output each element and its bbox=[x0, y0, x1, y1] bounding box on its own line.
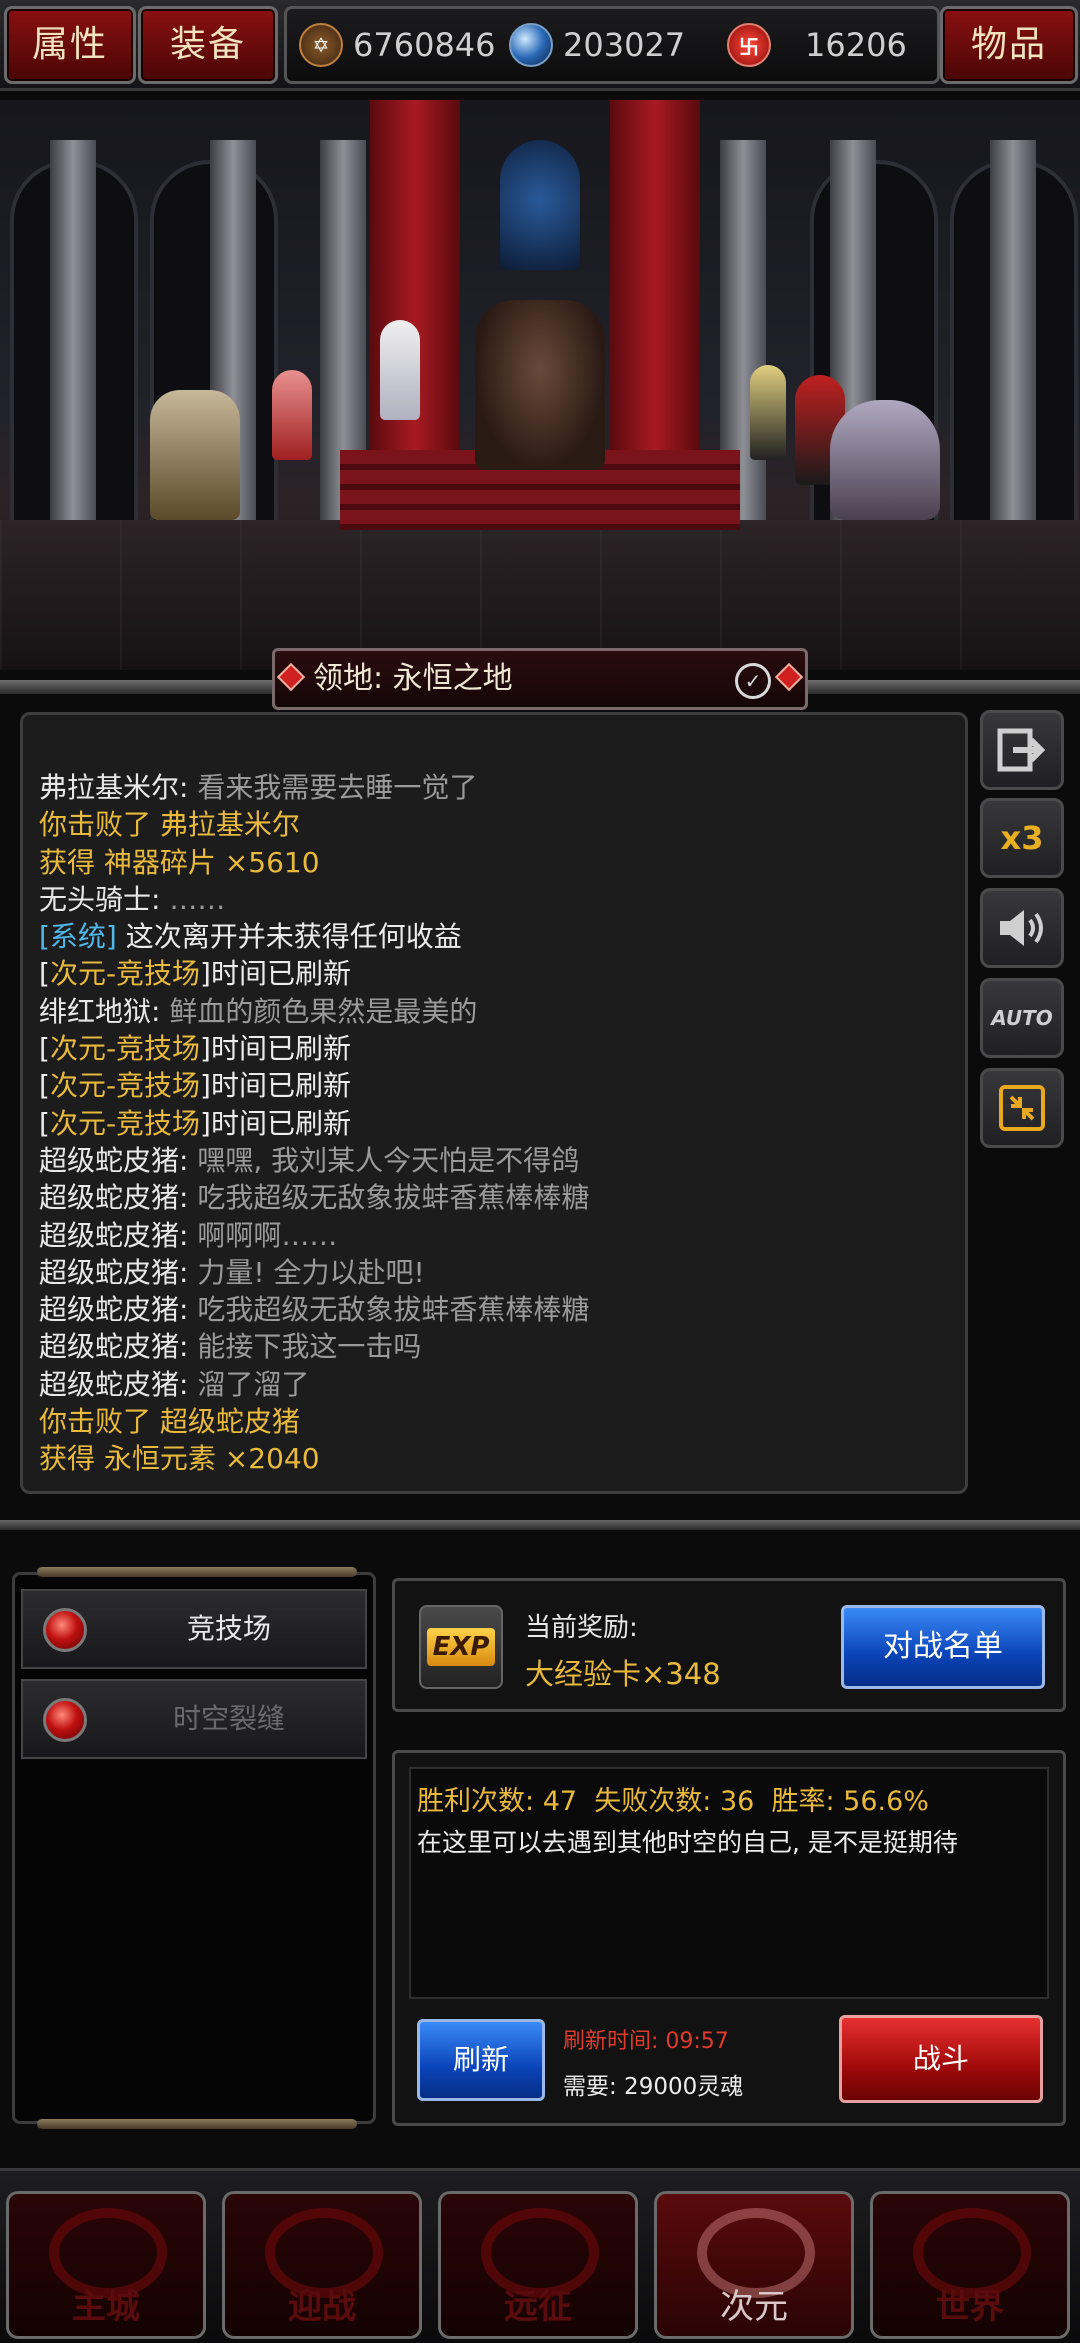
menu-item-rift[interactable]: 时空裂缝 bbox=[21, 1679, 367, 1759]
right-curtain bbox=[610, 100, 700, 470]
nav-dimension[interactable]: 次元 bbox=[654, 2191, 854, 2339]
log-line: 超级蛇皮猪: 嘿嘿, 我刘某人今天怕是不得鸽 bbox=[39, 1143, 580, 1177]
speaker-icon bbox=[1000, 910, 1043, 946]
red-orb-icon bbox=[43, 1698, 87, 1742]
rune-value: 16206 bbox=[805, 26, 907, 64]
log-line: [次元-竞技场]时间已刷新 bbox=[39, 1032, 351, 1066]
section-divider bbox=[0, 1520, 1080, 1530]
battle-list-button[interactable]: 对战名单 bbox=[841, 1605, 1045, 1689]
log-line: [次元-竞技场]时间已刷新 bbox=[39, 957, 351, 991]
hero-armored-knight bbox=[150, 390, 240, 520]
log-line: 无头骑士: …… bbox=[39, 882, 226, 916]
diamond-ornament-icon bbox=[276, 662, 306, 692]
hero-red-haired-girl bbox=[272, 370, 312, 460]
menu-item-arena[interactable]: 竞技场 bbox=[21, 1589, 367, 1669]
gold-value: 6760846 bbox=[353, 26, 496, 64]
gauge-check-icon[interactable]: ✓ bbox=[735, 663, 771, 699]
panel-cap bbox=[37, 2119, 357, 2129]
soul-cost: 需要: 29000灵魂 bbox=[563, 2074, 744, 2100]
log-line: 绯红地狱: 鲜血的颜色果然是最美的 bbox=[39, 994, 478, 1028]
log-line: 超级蛇皮猪: 溜了溜了 bbox=[39, 1367, 310, 1401]
orb-resource: 203027 bbox=[509, 9, 719, 81]
stained-window bbox=[500, 140, 580, 270]
log-line: [次元-竞技场]时间已刷新 bbox=[39, 1106, 351, 1140]
stats-text-area: 胜利次数: 47 失败次数: 36 胜率: 56.6% 在这里可以去遇到其他时空… bbox=[409, 1767, 1049, 1999]
speed-x3-button[interactable]: x3 bbox=[980, 798, 1064, 878]
pentagram-coin-icon: ✡ bbox=[299, 23, 343, 67]
orb-value: 203027 bbox=[563, 26, 686, 64]
resource-bar: ✡ 6760846 203027 卐 16206 bbox=[284, 6, 940, 84]
panel-cap bbox=[37, 1567, 357, 1577]
reward-title: 当前奖励: bbox=[525, 1613, 638, 1643]
throne-boss bbox=[475, 300, 605, 470]
win-rate: 56.6% bbox=[843, 1786, 929, 1817]
red-orb-icon bbox=[43, 1608, 87, 1652]
hero-white-dress-girl bbox=[380, 320, 420, 420]
nav-world[interactable]: 世界 bbox=[870, 2191, 1070, 2339]
losses-count: 36 bbox=[719, 1786, 755, 1817]
log-line: 超级蛇皮猪: 吃我超级无敌象拔蚌香蕉棒棒糖 bbox=[39, 1293, 590, 1327]
log-line: 超级蛇皮猪: 啊啊啊…… bbox=[39, 1218, 338, 1252]
enemy-fox-girl bbox=[750, 365, 786, 460]
exp-card-icon: EXP bbox=[419, 1605, 503, 1689]
battle-log: 弗拉基米尔: 看来我需要去睡一觉了 你击败了 弗拉基米尔 获得 神器碎片 ×56… bbox=[39, 769, 589, 1478]
throne-room-scene bbox=[0, 100, 1080, 670]
enemy-werewolf bbox=[830, 400, 940, 520]
reward-panel: EXP 当前奖励: 大经验卡×348 对战名单 bbox=[392, 1578, 1066, 1712]
equipment-button[interactable]: 装备 bbox=[138, 6, 278, 84]
log-line: 超级蛇皮猪: 吃我超级无敌象拔蚌香蕉棒棒糖 bbox=[39, 1181, 590, 1215]
scene-pillar bbox=[990, 140, 1036, 550]
nav-expedition[interactable]: 远征 bbox=[438, 2191, 638, 2339]
battle-log-panel[interactable]: 弗拉基米尔: 看来我需要去睡一觉了 你击败了 弗拉基米尔 获得 神器碎片 ×56… bbox=[20, 712, 968, 1494]
auto-button[interactable]: AUTO bbox=[980, 978, 1064, 1058]
log-line: 获得 神器碎片 ×5610 bbox=[39, 845, 320, 879]
attributes-button[interactable]: 属性 bbox=[4, 6, 136, 84]
red-rune-icon: 卐 bbox=[727, 23, 771, 67]
bottom-nav: 主城 迎战 远征 次元 世界 bbox=[0, 2168, 1080, 2343]
blue-orb-icon bbox=[509, 23, 553, 67]
menu-item-label: 竞技场 bbox=[186, 1612, 271, 1645]
fight-button[interactable]: 战斗 bbox=[839, 2015, 1043, 2103]
log-line: 超级蛇皮猪: 力量! 全力以赴吧! bbox=[39, 1255, 425, 1289]
log-line: 弗拉基米尔: 看来我需要去睡一觉了 bbox=[39, 771, 478, 804]
log-line: [次元-竞技场]时间已刷新 bbox=[39, 1069, 351, 1103]
log-line: [系统] 这次离开并未获得任何收益 bbox=[39, 920, 462, 954]
refresh-time: 刷新时间: 09:57 bbox=[563, 2029, 729, 2054]
top-bar: 属性 装备 ✡ 6760846 203027 卐 16206 物品 bbox=[0, 0, 1080, 91]
exit-button[interactable] bbox=[980, 710, 1064, 790]
reward-value: 大经验卡×348 bbox=[525, 1657, 721, 1691]
win-loss-line: 胜利次数: 47 失败次数: 36 胜率: 56.6% bbox=[417, 1786, 929, 1817]
log-line: 你击败了 超级蛇皮猪 bbox=[39, 1405, 300, 1439]
gold-resource: ✡ 6760846 bbox=[299, 9, 499, 81]
sound-button[interactable] bbox=[980, 888, 1064, 968]
diamond-ornament-icon bbox=[774, 662, 804, 692]
arena-stats-panel: 胜利次数: 47 失败次数: 36 胜率: 56.6% 在这里可以去遇到其他时空… bbox=[392, 1750, 1066, 2126]
scene-pillar bbox=[50, 140, 96, 550]
menu-item-label: 时空裂缝 bbox=[172, 1702, 285, 1735]
wins-count: 47 bbox=[542, 1786, 578, 1817]
arena-description: 在这里可以去遇到其他时空的自己, 是不是挺期待 bbox=[417, 1828, 958, 1857]
log-line: 你击败了 弗拉基米尔 bbox=[39, 808, 300, 842]
nav-battle[interactable]: 迎战 bbox=[222, 2191, 422, 2339]
territory-banner: 领地: 永恒之地 ✓ bbox=[272, 648, 808, 710]
nav-main-city[interactable]: 主城 bbox=[6, 2191, 206, 2339]
territory-label: 领地: 永恒之地 bbox=[313, 661, 513, 696]
rune-resource: 卐 16206 bbox=[727, 9, 927, 81]
refresh-button[interactable]: 刷新 bbox=[417, 2019, 545, 2101]
arena-menu: 竞技场 时空裂缝 bbox=[12, 1567, 376, 2129]
shrink-button[interactable] bbox=[980, 1068, 1064, 1148]
log-line: 获得 永恒元素 ×2040 bbox=[39, 1442, 320, 1476]
exit-icon bbox=[997, 728, 1046, 772]
items-button[interactable]: 物品 bbox=[940, 6, 1078, 84]
shrink-icon bbox=[999, 1085, 1045, 1131]
log-line: 超级蛇皮猪: 能接下我这一击吗 bbox=[39, 1330, 422, 1364]
